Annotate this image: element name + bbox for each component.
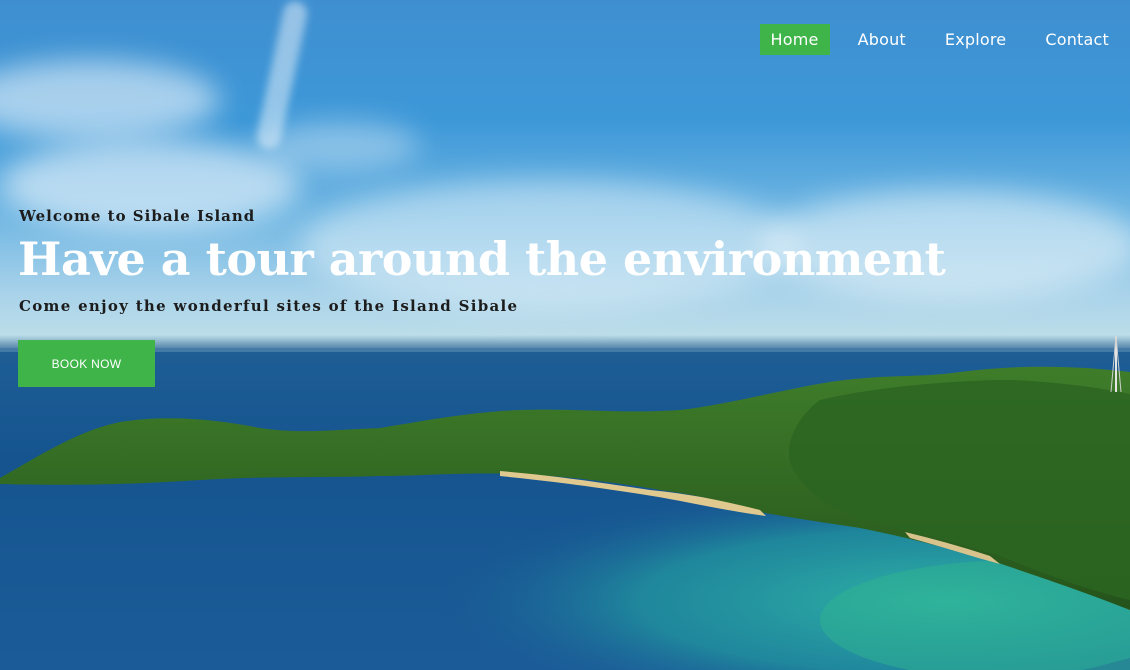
hero-section <box>0 0 1130 670</box>
nav-about-link[interactable]: About <box>847 24 917 55</box>
nav-home-link[interactable]: Home <box>759 24 830 55</box>
nav-explore-link[interactable]: Explore <box>934 24 1017 55</box>
hero-subheadline: Come enjoy the wonderful sites of the Is… <box>19 297 519 315</box>
main-navigation: Home About Explore Contact <box>743 24 1120 55</box>
hero-headline: Have a tour around the environment <box>18 232 946 286</box>
nav-contact-link[interactable]: Contact <box>1034 24 1120 55</box>
book-now-button[interactable]: BOOK NOW <box>18 340 155 387</box>
welcome-text: Welcome to Sibale Island <box>19 207 256 225</box>
island-landscape <box>0 335 1130 670</box>
